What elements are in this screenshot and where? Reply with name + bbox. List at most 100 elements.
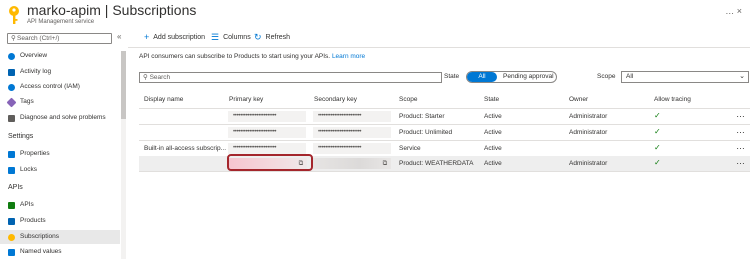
primary-key-highlight <box>227 154 313 171</box>
column-header-display-name[interactable]: Display name <box>144 96 183 103</box>
sidebar-item-activity-log[interactable]: Activity log <box>0 65 120 79</box>
key-icon <box>9 6 19 24</box>
primary-key-field[interactable]: •••••••••••••••••••••••• <box>228 143 306 154</box>
sidebar-item-label: Activity log <box>20 68 52 75</box>
display-name-cell: Built-in all-access subscrip... <box>144 145 226 152</box>
subscription-search-input[interactable]: ⚲ Search <box>139 72 442 83</box>
owner-cell: Administrator <box>569 113 608 120</box>
wrench-icon <box>8 115 15 122</box>
sidebar-item-label: APIs <box>20 201 34 208</box>
collapse-sidebar-icon[interactable]: « <box>117 32 121 41</box>
sidebar-scroll-thumb[interactable] <box>121 51 126 119</box>
state-filter-label: State <box>444 73 460 80</box>
sidebar-section-apis: APIs <box>8 184 23 191</box>
sidebar-item-label: Products <box>20 217 46 224</box>
owner-cell: Administrator <box>569 129 608 136</box>
more-options-button[interactable]: … <box>736 156 746 166</box>
page-subtitle: API Management service <box>27 19 95 25</box>
sidebar-item-tags[interactable]: Tags <box>0 95 120 109</box>
sidebar-item-label: Tags <box>20 98 34 105</box>
primary-key-value: •••••••••••••••••••••••• <box>233 145 277 151</box>
sidebar-item-label: Properties <box>20 150 50 157</box>
scope-filter-label: Scope <box>597 73 616 80</box>
add-subscription-button[interactable]: + Add subscription <box>144 32 205 42</box>
secondary-key-field[interactable]: •••••••••••••••••••••••• <box>313 111 391 122</box>
sidebar-item-diagnose[interactable]: Diagnose and solve problems <box>0 111 120 125</box>
sidebar-item-subscriptions[interactable]: Subscriptions <box>0 230 120 244</box>
secondary-key-value: •••••••••••••••••••••••• <box>318 145 362 151</box>
secondary-key-value: •••••••••••••••••••••••• <box>318 113 362 119</box>
scope-cell: Product: WEATHERDATA <box>399 160 474 167</box>
refresh-label: Refresh <box>265 34 291 41</box>
primary-key-field[interactable]: •••••••••••••••••••••••• <box>228 111 306 122</box>
sidebar-item-apis[interactable]: APIs <box>0 198 120 212</box>
primary-key-field[interactable]: •••••••••••••••••••••••• <box>228 127 306 138</box>
plus-icon: + <box>144 32 150 42</box>
refresh-button[interactable]: ↻ Refresh <box>254 32 290 43</box>
state-cell: Active <box>484 160 502 167</box>
sidebar-item-overview[interactable]: Overview <box>0 49 120 63</box>
learn-more-link[interactable]: Learn more <box>332 53 365 60</box>
sidebar-item-label: Subscriptions <box>20 233 60 240</box>
check-icon: ✓ <box>654 127 661 136</box>
header-actions[interactable]: … × <box>725 6 742 16</box>
sidebar-search-input[interactable]: ⚲Search (Ctrl+/) <box>7 33 112 44</box>
sidebar-item-properties[interactable]: Properties <box>0 147 120 161</box>
secondary-key-field[interactable]: ⧉ <box>313 158 391 169</box>
column-header-allow-tracing[interactable]: Allow tracing <box>654 96 691 103</box>
column-header-scope[interactable]: Scope <box>399 96 417 103</box>
sidebar-item-access-control[interactable]: Access control (IAM) <box>0 80 120 94</box>
scope-cell: Product: Starter <box>399 113 445 120</box>
sidebar-section-settings: Settings <box>8 133 34 140</box>
sidebar-item-label: Diagnose and solve problems <box>20 114 106 121</box>
column-header-secondary-key[interactable]: Secondary key <box>314 96 357 103</box>
sidebar-item-products[interactable]: Products <box>0 214 120 228</box>
named-values-icon <box>8 249 15 256</box>
lock-icon <box>8 167 15 174</box>
state-cell: Active <box>484 113 502 120</box>
state-cell: Active <box>484 129 502 136</box>
table-row[interactable]: •••••••••••••••••••••••• •••••••••••••••… <box>139 125 750 141</box>
products-icon <box>8 218 15 225</box>
refresh-icon: ↻ <box>254 32 262 42</box>
column-header-primary-key[interactable]: Primary key <box>229 96 263 103</box>
people-icon <box>8 84 15 91</box>
activity-log-icon <box>8 69 15 76</box>
scope-cell: Service <box>399 145 421 152</box>
sidebar-item-label: Named values <box>20 248 62 255</box>
overview-icon <box>8 53 15 60</box>
toolbar-divider <box>128 47 750 48</box>
search-placeholder: Search <box>149 74 171 81</box>
search-icon: ⚲ <box>143 74 150 81</box>
info-message: API consumers can subscribe to Products … <box>139 53 331 60</box>
sidebar-search-placeholder: Search (Ctrl+/) <box>17 35 60 42</box>
api-icon <box>8 202 15 209</box>
check-icon: ✓ <box>654 111 661 120</box>
chevron-down-icon: ⌄ <box>739 73 745 80</box>
column-header-state[interactable]: State <box>484 96 499 103</box>
owner-cell: Administrator <box>569 160 608 167</box>
scope-dropdown[interactable]: All ⌄ <box>621 71 749 83</box>
columns-icon: ☰ <box>211 32 220 42</box>
state-pending-option[interactable]: Pending approval <box>503 73 554 80</box>
sidebar-item-label: Overview <box>20 52 48 59</box>
copy-icon[interactable]: ⧉ <box>383 159 388 169</box>
scope-value: All <box>626 73 634 80</box>
sidebar-item-named-values[interactable]: Named values <box>0 245 120 259</box>
columns-button[interactable]: ☰ Columns <box>211 32 251 43</box>
info-text: API consumers can subscribe to Products … <box>139 53 365 60</box>
secondary-key-value: •••••••••••••••••••••••• <box>318 129 362 135</box>
more-options-button[interactable]: … <box>736 141 746 151</box>
more-options-button[interactable]: … <box>736 125 746 135</box>
page-title: marko-apim | Subscriptions <box>27 2 197 18</box>
key-icon <box>8 234 15 241</box>
table-row[interactable]: •••••••••••••••••••••••• •••••••••••••••… <box>139 109 750 125</box>
check-icon: ✓ <box>654 158 661 167</box>
more-options-button[interactable]: … <box>736 109 746 119</box>
sidebar-item-locks[interactable]: Locks <box>0 163 120 177</box>
state-all-option[interactable]: All <box>467 72 497 82</box>
secondary-key-field[interactable]: •••••••••••••••••••••••• <box>313 127 391 138</box>
column-header-owner[interactable]: Owner <box>569 96 588 103</box>
columns-label: Columns <box>223 34 251 41</box>
secondary-key-field[interactable]: •••••••••••••••••••••••• <box>313 143 391 154</box>
